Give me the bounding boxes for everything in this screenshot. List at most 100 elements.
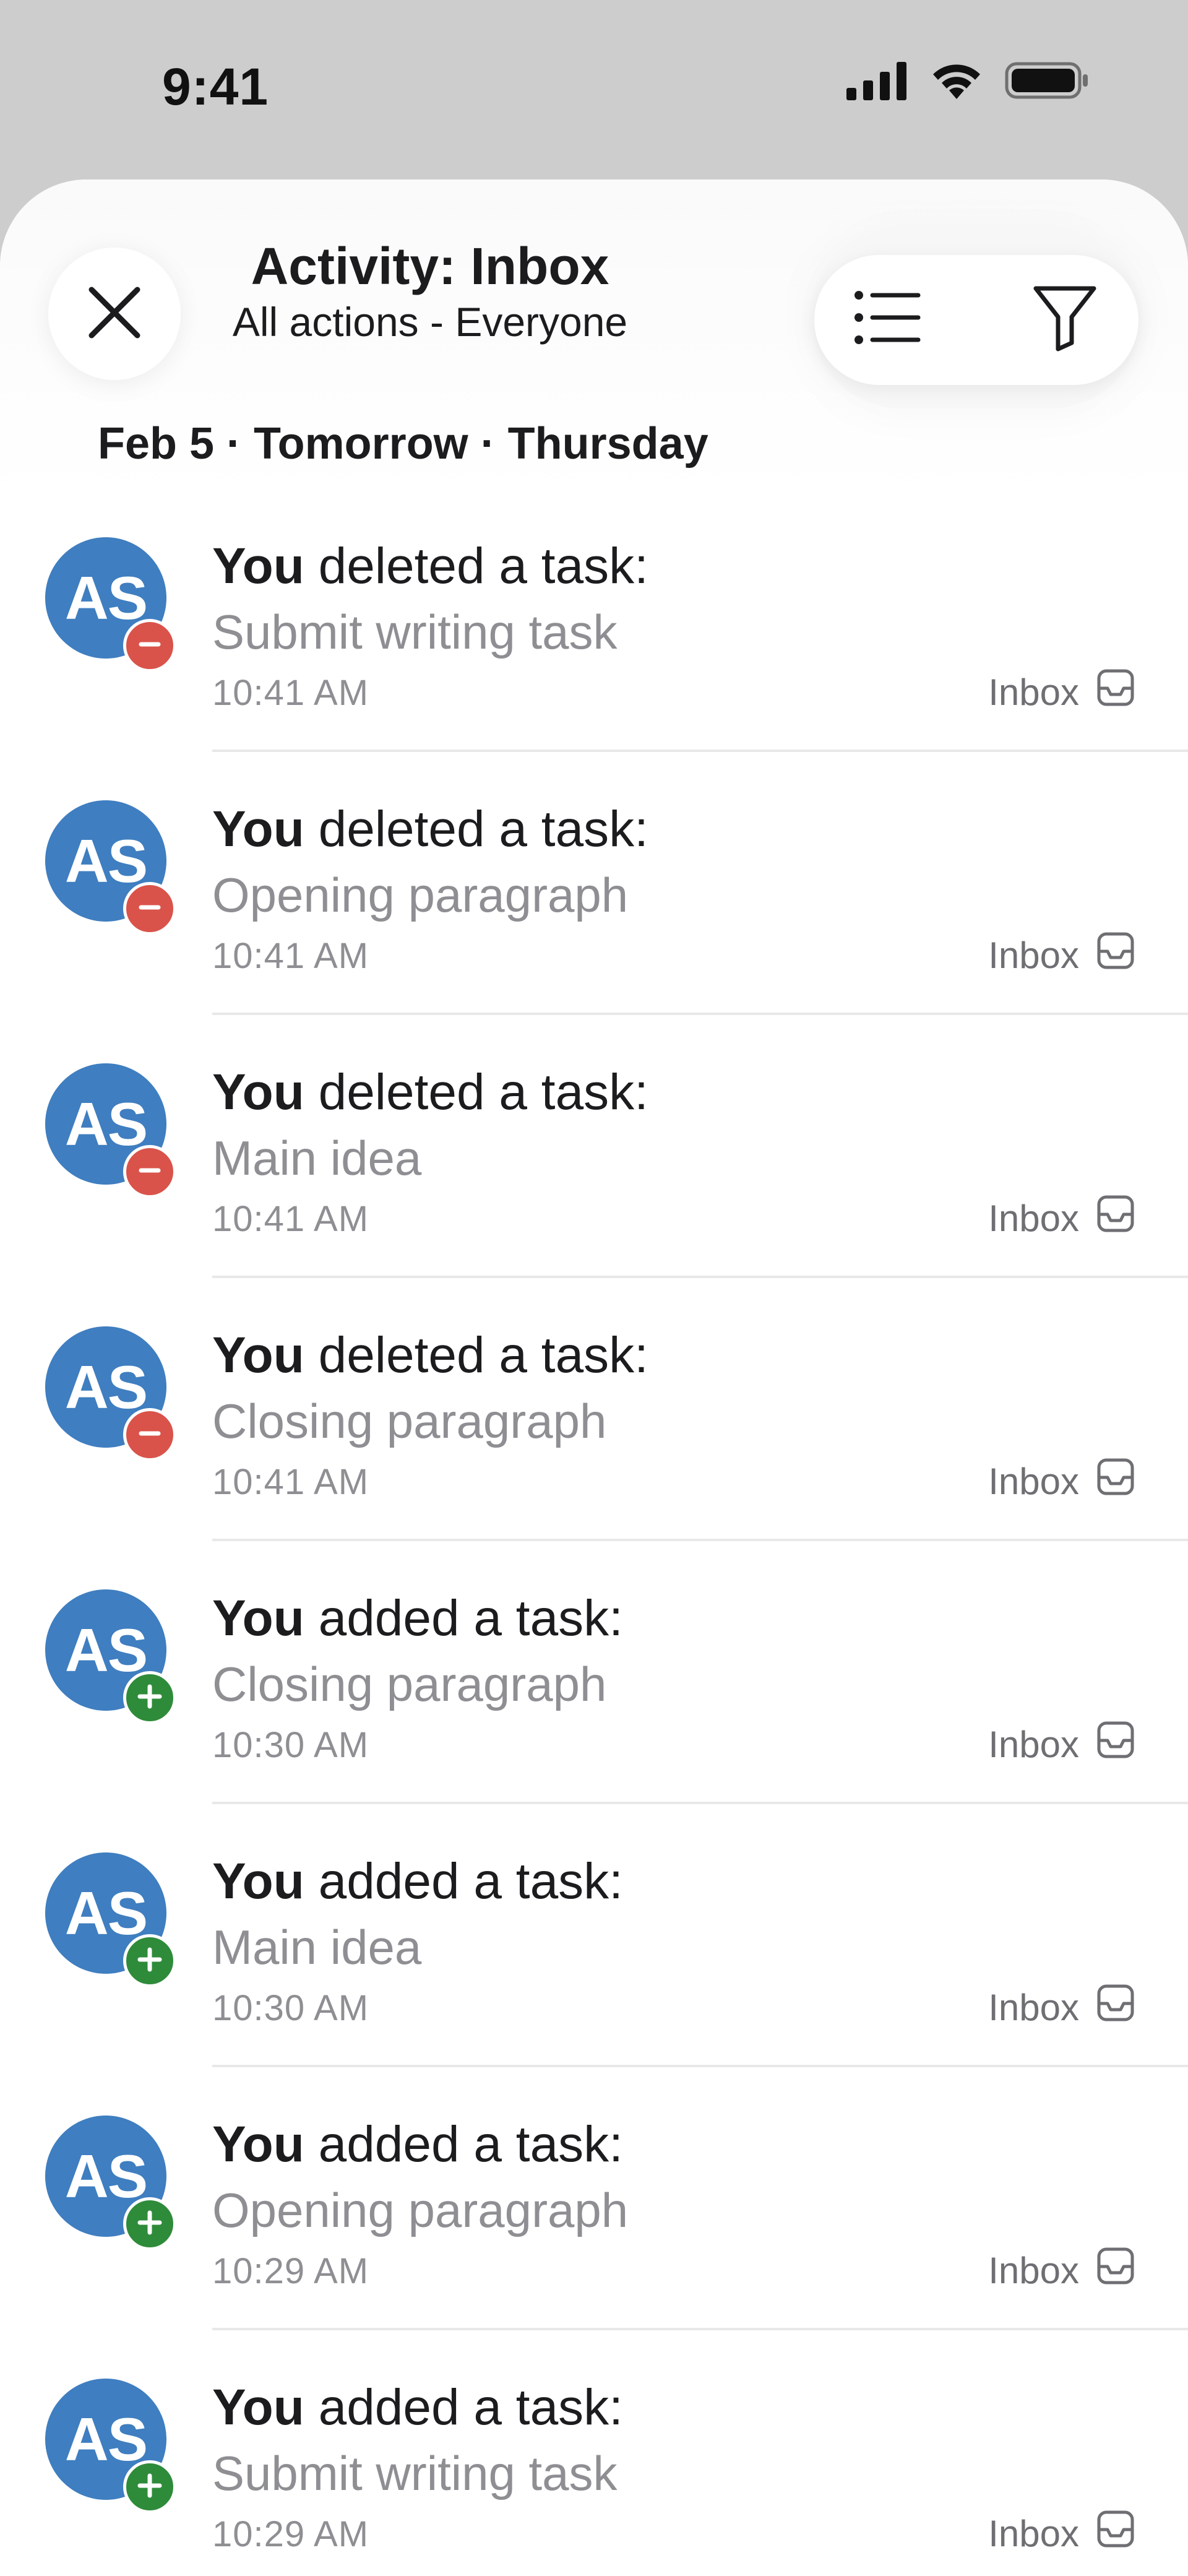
avatar-initials: AS	[64, 1615, 148, 1684]
filter-button[interactable]	[1018, 272, 1111, 365]
activity-description: You deleted a task:	[212, 1063, 648, 1122]
avatar-initials: AS	[64, 563, 148, 632]
activity-timestamp: 10:30 AM	[212, 1988, 369, 2028]
status-bar: 9:41	[0, 0, 1188, 179]
project-tag[interactable]: Inbox	[988, 1456, 1136, 1506]
page-subtitle[interactable]: All actions - Everyone	[0, 298, 860, 345]
inbox-icon	[1095, 1193, 1136, 1243]
activity-item[interactable]: AS You deleted a task: Submit writing ta…	[0, 489, 1188, 752]
avatar-initials: AS	[64, 1878, 148, 1947]
added-badge	[123, 1934, 176, 1987]
activity-action: added a task:	[318, 2116, 623, 2172]
plus-icon	[136, 2472, 163, 2502]
plus-icon	[136, 2209, 163, 2239]
activity-action: added a task:	[318, 1590, 623, 1646]
activity-item[interactable]: AS You added a task: Opening paragraph 1…	[0, 2067, 1188, 2330]
activity-actor: You	[212, 1590, 304, 1646]
minus-icon	[136, 1157, 163, 1187]
avatar-initials: AS	[64, 1352, 148, 1421]
task-name[interactable]: Main idea	[212, 1919, 421, 1976]
list-view-button[interactable]	[842, 272, 934, 365]
plus-icon	[136, 1683, 163, 1713]
inbox-icon	[1095, 2245, 1136, 2295]
activity-timestamp: 10:41 AM	[212, 1462, 369, 1502]
activity-sheet: Activity: Inbox All actions - Everyone F…	[0, 179, 1188, 2576]
task-name[interactable]: Closing paragraph	[212, 1656, 606, 1713]
project-tag[interactable]: Inbox	[988, 2245, 1136, 2295]
activity-description: You added a task:	[212, 1589, 623, 1648]
activity-action: deleted a task:	[318, 1327, 648, 1383]
activity-description: You added a task:	[212, 1852, 623, 1911]
project-tag[interactable]: Inbox	[988, 667, 1136, 717]
task-name[interactable]: Submit writing task	[212, 604, 618, 660]
task-name[interactable]: Closing paragraph	[212, 1393, 606, 1450]
inbox-icon	[1095, 930, 1136, 980]
project-label: Inbox	[988, 1460, 1079, 1502]
activity-actor: You	[212, 2379, 304, 2436]
activity-action: added a task:	[318, 2379, 623, 2436]
activity-description: You added a task:	[212, 2116, 623, 2174]
project-label: Inbox	[988, 1986, 1079, 2028]
inbox-icon	[1095, 1456, 1136, 1506]
activity-timestamp: 10:29 AM	[212, 2251, 369, 2291]
project-label: Inbox	[988, 2249, 1079, 2291]
project-tag[interactable]: Inbox	[988, 1193, 1136, 1243]
project-label: Inbox	[988, 1197, 1079, 1239]
activity-action: deleted a task:	[318, 1064, 648, 1120]
project-label: Inbox	[988, 1723, 1079, 1765]
project-tag[interactable]: Inbox	[988, 2509, 1136, 2558]
activity-item[interactable]: AS You added a task: Main idea 10:30 AM …	[0, 1804, 1188, 2067]
activity-description: You deleted a task:	[212, 1326, 648, 1385]
project-label: Inbox	[988, 671, 1079, 713]
project-label: Inbox	[988, 2512, 1079, 2554]
deleted-badge	[123, 1408, 176, 1461]
activity-item[interactable]: AS You deleted a task: Opening paragraph…	[0, 752, 1188, 1015]
wifi-icon	[929, 61, 984, 103]
inbox-icon	[1095, 2509, 1136, 2558]
task-name[interactable]: Submit writing task	[212, 2445, 618, 2502]
activity-item[interactable]: AS You added a task: Submit writing task…	[0, 2330, 1188, 2576]
project-tag[interactable]: Inbox	[988, 930, 1136, 980]
minus-icon	[136, 631, 163, 661]
activity-timestamp: 10:29 AM	[212, 2514, 369, 2554]
activity-timestamp: 10:41 AM	[212, 1199, 369, 1239]
activity-actor: You	[212, 1327, 304, 1383]
added-badge	[123, 1671, 176, 1724]
activity-item[interactable]: AS You deleted a task: Closing paragraph…	[0, 1278, 1188, 1541]
activity-action: added a task:	[318, 1853, 623, 1909]
project-label: Inbox	[988, 934, 1079, 976]
task-name[interactable]: Opening paragraph	[212, 867, 628, 923]
deleted-badge	[123, 619, 176, 672]
activity-list: AS You deleted a task: Submit writing ta…	[0, 489, 1188, 2576]
added-badge	[123, 2460, 176, 2513]
task-name[interactable]: Main idea	[212, 1130, 421, 1186]
project-tag[interactable]: Inbox	[988, 1719, 1136, 1769]
project-tag[interactable]: Inbox	[988, 1982, 1136, 2032]
filter-icon	[1032, 283, 1098, 355]
page-title: Activity: Inbox	[251, 237, 609, 295]
status-time: 9:41	[162, 58, 269, 116]
activity-actor: You	[212, 538, 304, 594]
status-icons	[846, 61, 1089, 103]
deleted-badge	[123, 882, 176, 935]
added-badge	[123, 2197, 176, 2250]
inbox-icon	[1095, 667, 1136, 717]
activity-actor: You	[212, 2116, 304, 2172]
activity-actor: You	[212, 801, 304, 857]
activity-actor: You	[212, 1064, 304, 1120]
avatar-initials: AS	[64, 2405, 148, 2473]
task-name[interactable]: Opening paragraph	[212, 2182, 628, 2239]
inbox-icon	[1095, 1982, 1136, 2032]
activity-item[interactable]: AS You added a task: Closing paragraph 1…	[0, 1541, 1188, 1804]
activity-timestamp: 10:41 AM	[212, 936, 369, 976]
avatar-initials: AS	[64, 826, 148, 895]
activity-action: deleted a task:	[318, 801, 648, 857]
deleted-badge	[123, 1145, 176, 1198]
activity-item[interactable]: AS You deleted a task: Main idea 10:41 A…	[0, 1015, 1188, 1278]
avatar-initials: AS	[64, 1089, 148, 1158]
list-icon	[854, 287, 922, 352]
activity-description: You deleted a task:	[212, 537, 648, 595]
activity-timestamp: 10:30 AM	[212, 1725, 369, 1765]
plus-icon	[136, 1946, 163, 1976]
activity-actor: You	[212, 1853, 304, 1909]
